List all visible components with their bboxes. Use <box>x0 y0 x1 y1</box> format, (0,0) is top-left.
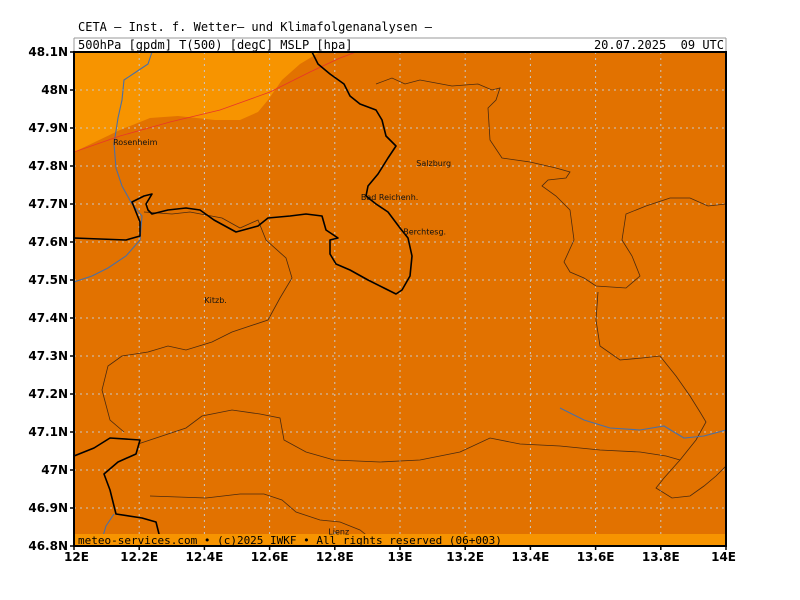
latitude-axis: 48.1N 48N 47.9N 47.8N 47.7N 47.6N 47.5N 47.4N 47… <box>28 45 74 553</box>
lat-tick-label: 47.9N <box>28 121 68 135</box>
lon-tick-label: 12.8E <box>316 550 354 564</box>
lon-tick-label: 13.6E <box>577 550 615 564</box>
city-label: Rosenheim <box>113 138 157 147</box>
lat-tick-label: 47.7N <box>28 197 68 211</box>
city-label: Kitzb. <box>204 296 226 305</box>
lat-tick-label: 46.8N <box>28 539 68 553</box>
lat-tick-label: 47.4N <box>28 311 68 325</box>
lat-tick-label: 47N <box>41 463 68 477</box>
lat-tick-label: 48.1N <box>28 45 68 59</box>
city-label: Bad Reichenh. <box>361 193 418 202</box>
lon-tick-label: 14E <box>711 550 736 564</box>
lat-tick-label: 47.5N <box>28 273 68 287</box>
lon-tick-label: 12.4E <box>185 550 223 564</box>
lon-tick-label: 13E <box>388 550 413 564</box>
lon-tick-label: 13.4E <box>511 550 549 564</box>
map-canvas: meteo-services.com • (c)2025 IWKF • All … <box>28 37 736 564</box>
lon-tick-label: 13.2E <box>446 550 484 564</box>
lat-tick-label: 47.2N <box>28 387 68 401</box>
lat-tick-label: 47.8N <box>28 159 68 173</box>
lon-tick-label: 12.6E <box>251 550 289 564</box>
city-label: Salzburg <box>416 159 451 168</box>
lon-tick-label: 13.8E <box>642 550 680 564</box>
lat-tick-label: 47.6N <box>28 235 68 249</box>
lat-tick-label: 48N <box>41 83 68 97</box>
lon-tick-label: 12E <box>64 550 89 564</box>
longitude-axis: 12E 12.2E 12.4E 12.6E 12.8E 13E 13.2E 13.4E 13.6… <box>64 546 736 564</box>
lon-tick-label: 12.2E <box>120 550 158 564</box>
city-label: Lienz <box>328 528 349 537</box>
city-label: Berchtesg. <box>403 227 446 236</box>
lat-tick-label: 47.1N <box>28 425 68 439</box>
lat-tick-label: 47.3N <box>28 349 68 363</box>
lat-tick-label: 46.9N <box>28 501 68 515</box>
